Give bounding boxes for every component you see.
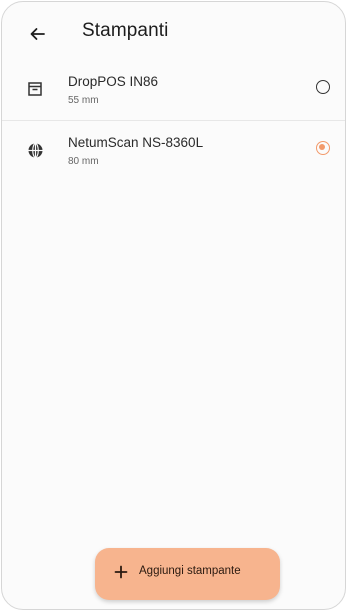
globe-network-icon (26, 141, 44, 159)
add-printer-label: Aggiungi stampante (139, 565, 241, 577)
printer-paper-width: 55 mm (68, 95, 99, 106)
plus-icon (114, 565, 128, 579)
printer-item-droppos[interactable]: DropPOS IN86 55 mm (2, 69, 345, 119)
divider (2, 120, 345, 121)
printer-radio-button-selected[interactable] (316, 141, 330, 155)
page-title: Stampanti (82, 20, 169, 41)
printer-name: DropPOS IN86 (68, 74, 159, 89)
arrow-back-icon (30, 28, 45, 40)
printer-radio-button[interactable] (316, 80, 330, 94)
add-printer-button[interactable]: Aggiungi stampante (95, 548, 280, 600)
printer-name: NetumScan NS-8360L (68, 135, 204, 150)
printers-screen: Stampanti DropPOS IN86 55 mm NetumScan N… (1, 1, 346, 610)
receipt-printer-icon (26, 80, 44, 98)
top-app-bar: Stampanti (2, 2, 345, 64)
printer-item-netumscan[interactable]: NetumScan NS-8360L 80 mm (2, 130, 345, 180)
printer-paper-width: 80 mm (68, 156, 99, 167)
back-button[interactable] (24, 21, 50, 47)
